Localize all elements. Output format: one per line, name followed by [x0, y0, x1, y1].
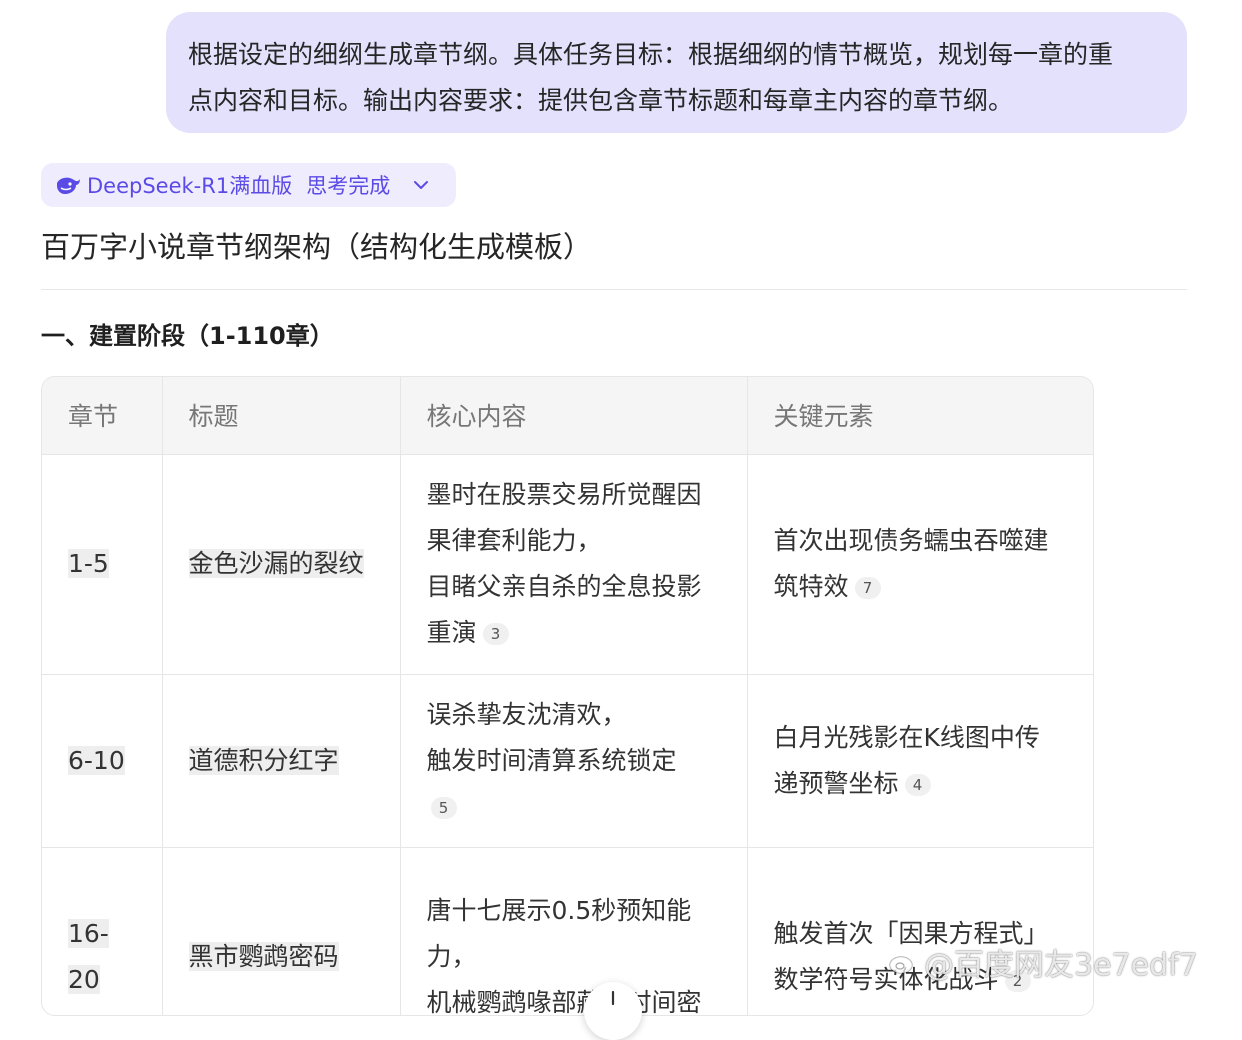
content-line: 唐十七展示0.5秒预知能 [426, 896, 692, 925]
user-message-line-2: 点内容和目标。输出内容要求：提供包含章节标题和每章主内容的章节纲。 [188, 86, 1014, 115]
content-line: 重演 [426, 618, 477, 647]
elements-line: 递预警坐标 [773, 768, 899, 798]
user-message-bubble: 根据设定的细纲生成章节纲。具体任务目标：根据细纲的情节概览，规划每一章的重 点内… [166, 12, 1187, 133]
thinking-status: 思考完成 [306, 174, 391, 198]
elements-line: 白月光残影在K线图中传 [773, 722, 1040, 752]
table-row: 6-10 道德积分红字 误杀挚友沈清欢， 触发时间清算系统锁定 5 白月光残影在… [42, 674, 1093, 848]
model-name: DeepSeek-R1满血版 [87, 174, 293, 198]
section-heading: 一、建置阶段（1-110章） [41, 322, 334, 350]
header-title: 标题 [162, 377, 401, 455]
model-thinking-toggle[interactable]: DeepSeek-R1满血版 思考完成 [41, 163, 456, 207]
chapter-cell: 16-20 [42, 847, 163, 1015]
table-row: 1-5 金色沙漏的裂纹 墨时在股票交易所觉醒因 果律套利能力， 目睹父亲自杀的全… [42, 454, 1093, 675]
content-cell: 误杀挚友沈清欢， 触发时间清算系统锁定 5 [400, 674, 748, 848]
elements-line: 筑特效 [773, 572, 849, 601]
elements-cell: 白月光残影在K线图中传 递预警坐标 4 [747, 674, 1093, 848]
header-content: 核心内容 [400, 377, 748, 455]
user-message-line-1: 根据设定的细纲生成章节纲。具体任务目标：根据细纲的情节概览，规划每一章的重 [188, 40, 1114, 69]
elements-cell: 首次出现债务蠕虫吞噬建 筑特效 7 [747, 454, 1093, 675]
chapter-outline-table: 章节 标题 核心内容 关键元素 1-5 金色沙漏的裂纹 墨时在股票交易所觉醒因 … [41, 376, 1094, 1016]
citation-badge[interactable]: 7 [854, 577, 881, 599]
elements-line: 触发首次「因果方程式」 [773, 919, 1049, 948]
content-line: 触发时间清算系统锁定 [426, 745, 677, 775]
title-cell: 道德积分红字 [162, 674, 401, 848]
content-line: 机械鹦鹉喙部藏有时间密 [426, 988, 702, 1016]
deepseek-whale-icon [57, 177, 80, 194]
scroll-to-bottom-button[interactable] [584, 982, 642, 1040]
elements-cell: 触发首次「因果方程式」 数学符号实体化战斗 2 [747, 847, 1093, 1015]
chapter-range: 1-5 [68, 549, 109, 578]
elements-line: 首次出现债务蠕虫吞噬建 [773, 526, 1049, 555]
chapter-range: 6-10 [68, 745, 125, 775]
title-cell: 金色沙漏的裂纹 [162, 454, 401, 675]
citation-badge[interactable]: 4 [904, 773, 931, 796]
content-line: 误杀挚友沈清欢， [426, 699, 627, 729]
header-elements: 关键元素 [747, 377, 1093, 455]
table-header-row: 章节 标题 核心内容 关键元素 [42, 377, 1093, 455]
divider [41, 289, 1187, 290]
table-row: 16-20 黑市鹦鹉密码 唐十七展示0.5秒预知能 力， 机械鹦鹉喙部藏有时间密… [42, 847, 1093, 1016]
content-line: 目睹父亲自杀的全息投影 [426, 572, 702, 601]
chapter-cell: 6-10 [42, 674, 163, 848]
content-line: 果律套利能力， [426, 526, 602, 555]
chapter-range: 16-20 [68, 919, 109, 994]
response-title: 百万字小说章节纲架构（结构化生成模板） [41, 230, 593, 264]
title-cell: 黑市鹦鹉密码 [162, 847, 401, 1015]
arrow-down-icon [611, 990, 615, 1006]
content-cell: 墨时在股票交易所觉醒因 果律套利能力， 目睹父亲自杀的全息投影 重演 3 [400, 454, 748, 675]
header-chapter: 章节 [42, 377, 163, 455]
chapter-title: 道德积分红字 [188, 745, 339, 775]
content-line: 力， [426, 942, 477, 971]
elements-line: 数学符号实体化战斗 [773, 965, 999, 994]
citation-badge[interactable]: 3 [482, 623, 509, 645]
chapter-title: 金色沙漏的裂纹 [188, 549, 364, 578]
content-line: 墨时在股票交易所觉醒因 [426, 480, 702, 509]
citation-badge[interactable]: 5 [430, 796, 457, 819]
chevron-down-icon [414, 181, 429, 189]
chapter-title: 黑市鹦鹉密码 [188, 942, 339, 971]
citation-badge[interactable]: 2 [1004, 970, 1031, 992]
content-cell: 唐十七展示0.5秒预知能 力， 机械鹦鹉喙部藏有时间密 [400, 847, 748, 1016]
chapter-cell: 1-5 [42, 454, 163, 675]
